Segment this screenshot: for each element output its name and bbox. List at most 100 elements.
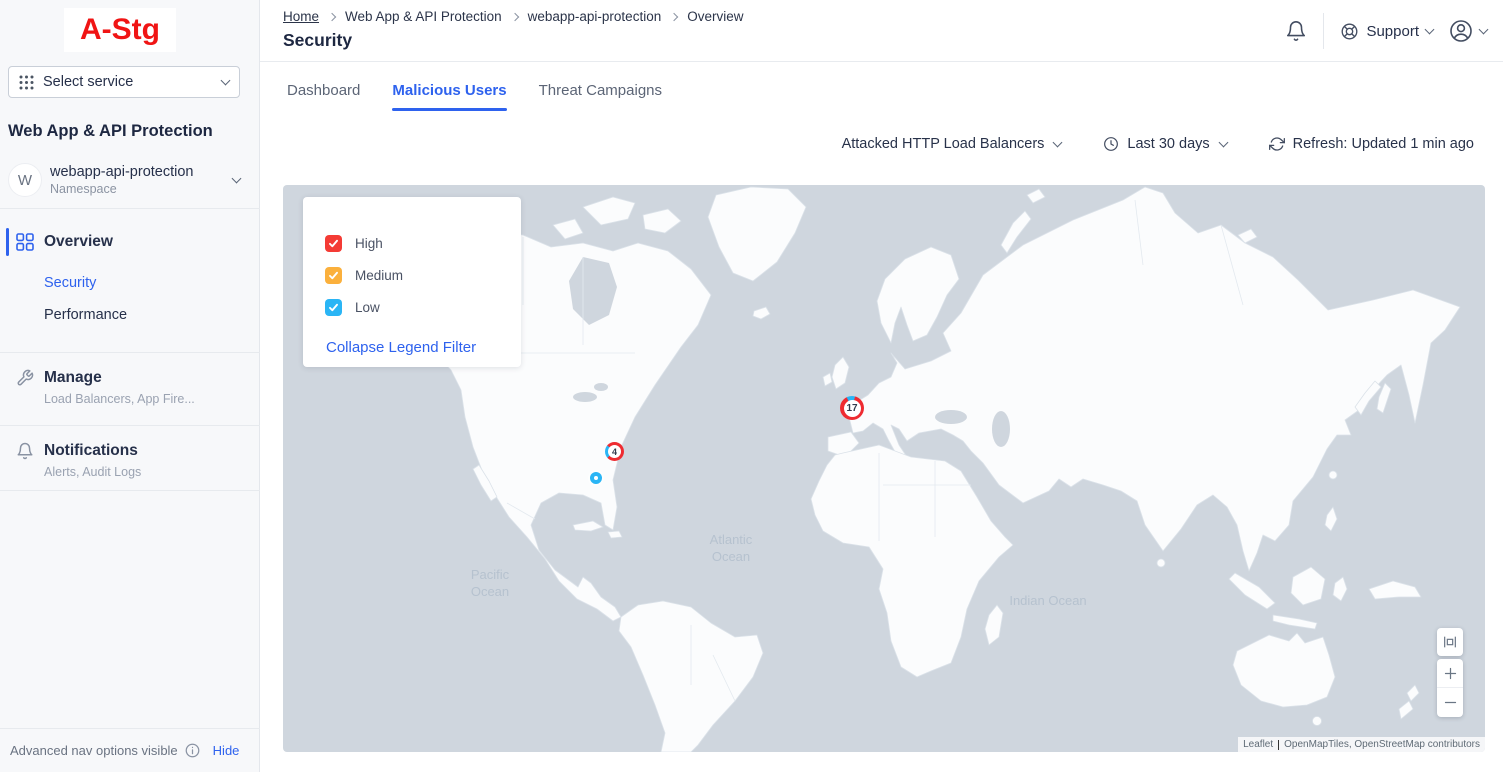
apps-grid-icon [19,75,34,90]
overview-grid-icon [16,233,34,251]
chevron-down-icon [1053,138,1063,148]
namespace-avatar: W [8,163,42,197]
user-icon [1449,19,1473,43]
lifebuoy-icon [1340,22,1359,41]
legend-label-low: Low [355,300,380,315]
clock-icon [1103,136,1119,152]
sidebar-item-manage-label[interactable]: Manage [44,369,102,387]
collapse-legend-filter-link[interactable]: Collapse Legend Filter [326,339,476,356]
breadcrumb-overview[interactable]: Overview [687,9,743,24]
sidebar-item-security[interactable]: Security [44,275,96,291]
zoom-in-button[interactable] [1437,659,1463,688]
chevron-right-icon [328,13,336,21]
tab-threat-campaigns[interactable]: Threat Campaigns [539,82,662,111]
legend-label-medium: Medium [355,268,403,283]
page-title: Security [283,30,352,51]
sidebar-item-manage-subtitle: Load Balancers, App Fire... [44,392,195,406]
tab-malicious-users[interactable]: Malicious Users [392,82,506,111]
sidebar-section-title: Web App & API Protection [8,122,213,141]
fit-bounds-button[interactable] [1437,628,1463,656]
zoom-out-button[interactable] [1437,688,1463,717]
refresh-button[interactable]: Refresh: Updated 1 min ago [1269,136,1474,152]
active-nav-indicator [6,228,9,256]
divider [0,352,260,353]
marker-cluster-count: 4 [608,445,621,458]
check-icon [328,270,339,281]
chevron-down-icon [1218,138,1228,148]
sidebar-footer: Advanced nav options visible Hide [0,728,260,772]
divider [0,208,260,209]
hide-advanced-nav-link[interactable]: Hide [213,743,240,758]
legend-row-low: Low [325,299,380,316]
sidebar-item-notifications-label[interactable]: Notifications [44,442,138,460]
chevron-right-icon [670,13,678,21]
chevron-down-icon [221,76,231,86]
map-zoom-control [1437,659,1463,717]
sidebar-item-notifications-subtitle: Alerts, Audit Logs [44,465,141,479]
support-menu[interactable]: Support [1340,22,1433,41]
account-menu[interactable] [1449,19,1487,43]
brand-logo-text: A-Stg [80,13,160,47]
world-map[interactable]: Atlantic Ocean Pacific Ocean Indian Ocea… [283,185,1485,752]
divider [1323,13,1324,49]
plus-icon [1443,666,1458,681]
leaflet-link[interactable]: Leaflet [1243,739,1273,750]
support-label: Support [1366,23,1419,40]
header-actions: Support [1285,0,1487,62]
wrench-icon [16,369,34,387]
fit-bounds-icon [1442,634,1458,650]
sidebar-item-performance[interactable]: Performance [44,307,127,323]
minus-icon [1443,695,1458,710]
load-balancer-filter-dropdown[interactable]: Attacked HTTP Load Balancers [842,136,1062,152]
divider [1278,740,1279,750]
sidebar: A-Stg Select service Web App & API Prote… [0,0,260,772]
page: A-Stg Select service Web App & API Prote… [0,0,1503,772]
namespace-name: webapp-api-protection [50,164,233,180]
tab-bar: Dashboard Malicious Users Threat Campaig… [287,82,662,111]
service-selector[interactable]: Select service [8,66,240,98]
refresh-icon [1269,136,1285,152]
checkbox-high[interactable] [325,235,342,252]
breadcrumb: Home Web App & API Protection webapp-api… [283,9,743,24]
chevron-down-icon [1425,25,1435,35]
divider [0,425,260,426]
marker-cluster-count: 17 [844,400,861,417]
check-icon [328,302,339,313]
map-controls-row: Attacked HTTP Load Balancers Last 30 day… [842,136,1474,152]
service-selector-label: Select service [43,74,222,90]
chevron-down-icon [232,174,242,184]
bell-icon [16,442,34,460]
header: Home Web App & API Protection webapp-api… [260,0,1503,62]
tab-dashboard[interactable]: Dashboard [287,82,360,111]
refresh-status-label: Refresh: Updated 1 min ago [1293,136,1474,152]
namespace-type-label: Namespace [50,182,233,196]
breadcrumb-home[interactable]: Home [283,9,319,24]
divider [0,490,260,491]
main-content: Home Web App & API Protection webapp-api… [260,0,1503,772]
tile-sources-links[interactable]: OpenMapTiles, OpenStreetMap contributors [1284,739,1480,750]
legend-filter-panel: High Medium Low [303,197,521,367]
breadcrumb-namespace[interactable]: webapp-api-protection [528,9,662,24]
breadcrumb-service[interactable]: Web App & API Protection [345,9,502,24]
advanced-nav-text: Advanced nav options visible [10,743,178,758]
load-balancer-filter-label: Attacked HTTP Load Balancers [842,136,1045,152]
marker-point-us-southeast[interactable] [590,472,602,484]
brand-logo[interactable]: A-Stg [64,8,176,52]
checkbox-low[interactable] [325,299,342,316]
notifications-bell-button[interactable] [1285,20,1307,42]
time-range-dropdown[interactable]: Last 30 days [1103,136,1226,152]
time-range-label: Last 30 days [1127,136,1209,152]
legend-row-high: High [325,235,383,252]
namespace-selector[interactable]: W webapp-api-protection Namespace [8,158,252,202]
checkbox-medium[interactable] [325,267,342,284]
sidebar-item-overview-label[interactable]: Overview [44,233,113,251]
chevron-right-icon [510,13,518,21]
info-icon[interactable] [185,743,200,758]
check-icon [328,238,339,249]
namespace-meta: webapp-api-protection Namespace [50,164,233,196]
chevron-down-icon [1479,25,1489,35]
legend-row-medium: Medium [325,267,403,284]
map-fit-bounds-control [1437,628,1463,656]
marker-cluster-us-east[interactable]: 4 [605,442,624,461]
marker-cluster-western-europe[interactable]: 17 [840,396,864,420]
